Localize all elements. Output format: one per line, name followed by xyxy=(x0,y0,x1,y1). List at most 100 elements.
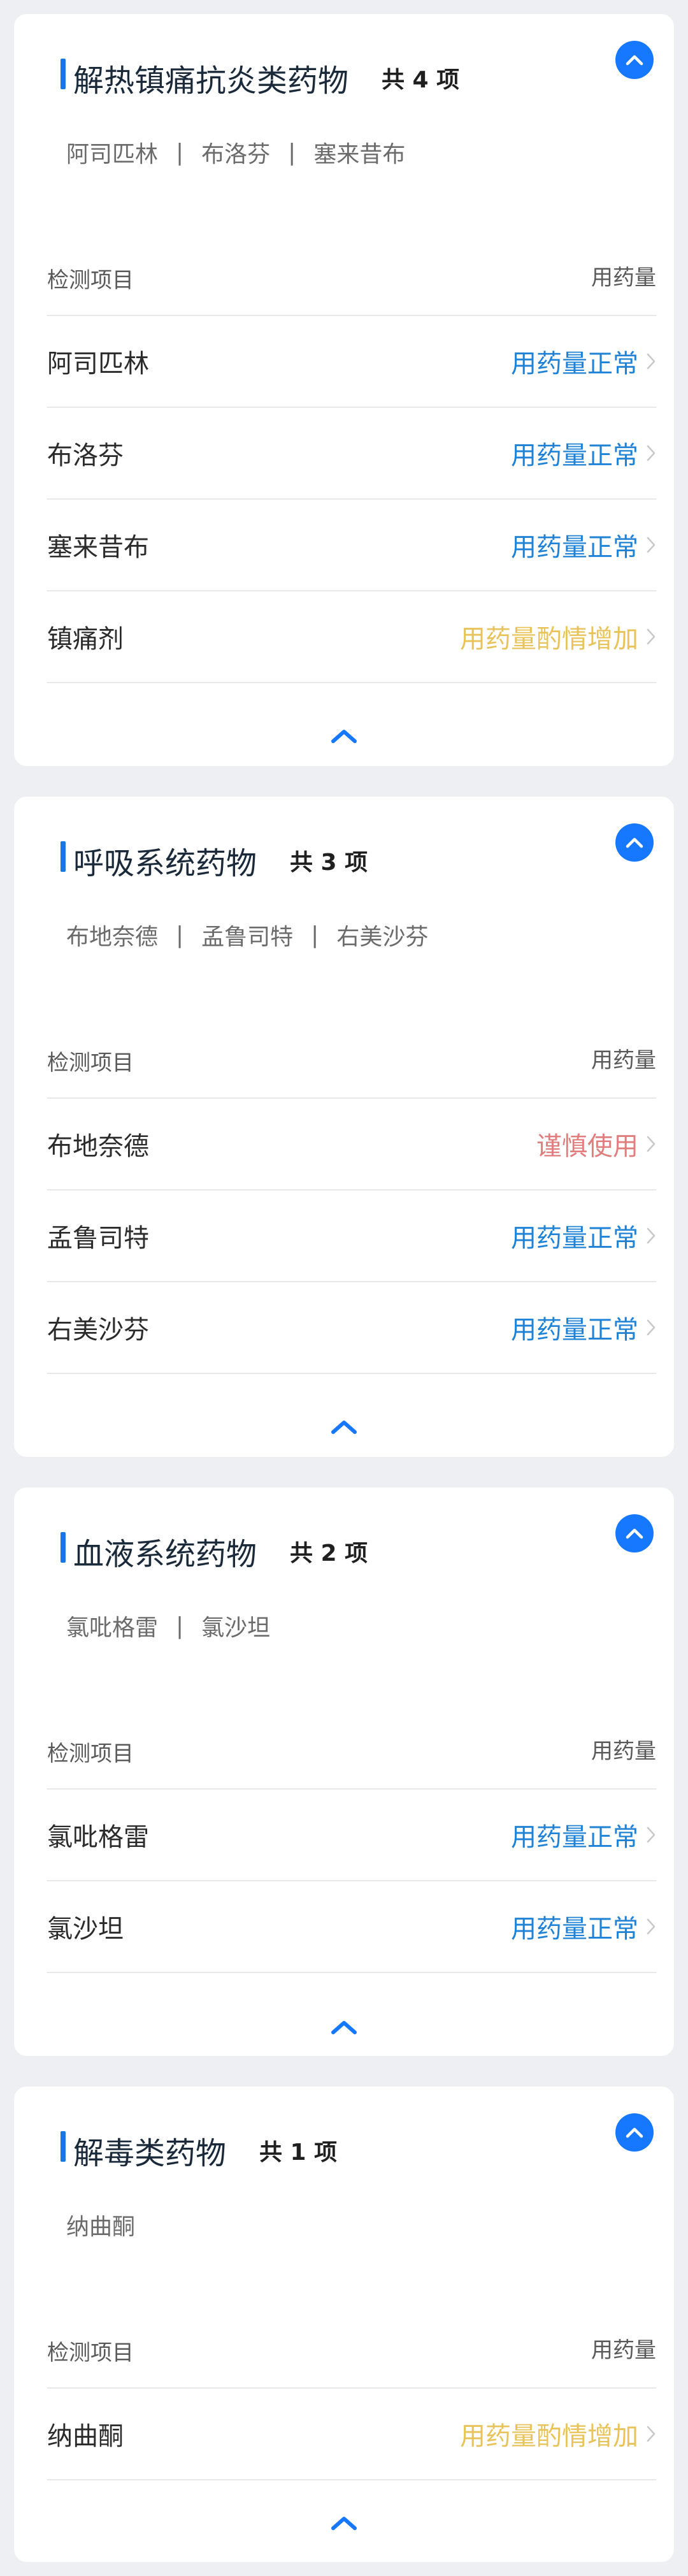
table-header: 检测项目 用药量 xyxy=(47,1698,656,1790)
summary-item: 布洛芬 xyxy=(201,141,271,168)
dosage-status-text: 用药量正常 xyxy=(511,1224,638,1253)
drug-report-page: 解热镇痛抗炎类药物 共 4 项 阿司匹林 | 布洛芬 | 塞来昔布 检测项目 用… xyxy=(0,0,688,2576)
table-header: 检测项目 用药量 xyxy=(47,224,656,316)
table-row[interactable]: 布洛芬 用药量正常 xyxy=(47,408,656,500)
summary-item: 阿司匹林 xyxy=(66,141,159,168)
section-title: 解热镇痛抗炎类药物 xyxy=(73,63,349,99)
dosage-status: 用药量正常 xyxy=(511,526,656,563)
summary-item: 孟鲁司特 xyxy=(201,924,294,950)
section-count: 共 2 项 xyxy=(290,1540,368,1567)
dosage-status-text: 用药量正常 xyxy=(511,441,638,470)
summary-item: 布地奈德 xyxy=(66,924,159,950)
drug-name: 塞来昔布 xyxy=(47,533,149,562)
section-title: 血液系统药物 xyxy=(73,1537,257,1572)
drug-table: 检测项目 用药量 阿司匹林 用药量正常 布洛芬 用药量正常 塞来昔布 用药量正常… xyxy=(47,224,656,683)
summary-item: 纳曲酮 xyxy=(66,2214,136,2240)
dosage-status: 用药量正常 xyxy=(511,1908,656,1945)
collapse-footer-button[interactable] xyxy=(14,2507,674,2539)
drug-name: 镇痛剂 xyxy=(47,625,124,654)
summary-separator: | xyxy=(176,922,184,948)
chevron-up-icon xyxy=(626,55,643,66)
table-row[interactable]: 孟鲁司特 用药量正常 xyxy=(47,1190,656,1282)
table-row[interactable]: 布地奈德 谨慎使用 xyxy=(47,1099,656,1190)
summary-separator: | xyxy=(176,1612,184,1639)
collapse-footer-button[interactable] xyxy=(14,2011,674,2043)
collapse-button[interactable] xyxy=(615,1514,654,1552)
dosage-status-text: 用药量正常 xyxy=(511,1315,638,1345)
chevron-right-icon xyxy=(647,628,656,645)
dosage-status: 谨慎使用 xyxy=(536,1125,656,1162)
section-count: 共 3 项 xyxy=(290,850,368,876)
collapse-button[interactable] xyxy=(615,41,654,79)
table-row[interactable]: 氯沙坦 用药量正常 xyxy=(47,1881,656,1973)
column-header-dosage: 用药量 xyxy=(591,1048,656,1073)
dosage-status: 用药量正常 xyxy=(511,435,656,472)
section-header: 血液系统药物 共 2 项 xyxy=(62,1526,368,1577)
dosage-status: 用药量酌情增加 xyxy=(460,2415,656,2452)
table-row[interactable]: 塞来昔布 用药量正常 xyxy=(47,500,656,591)
dosage-status-text: 用药量正常 xyxy=(511,1914,638,1944)
collapse-button[interactable] xyxy=(615,2113,654,2152)
chevron-right-icon xyxy=(647,1136,656,1152)
column-header-item: 检测项目 xyxy=(47,1741,134,1767)
column-header-item: 检测项目 xyxy=(47,1050,134,1076)
chevron-right-icon xyxy=(647,1227,656,1244)
section-summary: 氯吡格雷 | 氯沙坦 xyxy=(66,1609,270,1643)
table-row[interactable]: 阿司匹林 用药量正常 xyxy=(47,316,656,408)
drug-section-card: 解热镇痛抗炎类药物 共 4 项 阿司匹林 | 布洛芬 | 塞来昔布 检测项目 用… xyxy=(14,14,674,766)
collapse-footer-button[interactable] xyxy=(14,1411,674,1443)
chevron-up-icon xyxy=(626,837,643,848)
drug-section-card: 解毒类药物 共 1 项 纳曲酮 检测项目 用药量 纳曲酮 用药量酌情增加 xyxy=(14,2087,674,2562)
dosage-status: 用药量酌情增加 xyxy=(460,618,656,655)
section-count: 共 4 项 xyxy=(382,67,460,93)
dosage-status-text: 用药量正常 xyxy=(511,1823,638,1852)
section-summary: 阿司匹林 | 布洛芬 | 塞来昔布 xyxy=(66,135,405,170)
dosage-status: 用药量正常 xyxy=(511,1816,656,1853)
section-summary: 布地奈德 | 孟鲁司特 | 右美沙芬 xyxy=(66,918,428,952)
chevron-up-icon xyxy=(331,2021,357,2034)
dosage-status: 用药量正常 xyxy=(511,1309,656,1346)
dosage-status-text: 用药量酌情增加 xyxy=(460,2422,638,2451)
chevron-up-icon xyxy=(331,730,357,743)
summary-item: 氯吡格雷 xyxy=(66,1615,159,1641)
summary-separator: | xyxy=(311,922,319,948)
section-header: 解毒类药物 共 1 项 xyxy=(62,2125,337,2176)
summary-item: 右美沙芬 xyxy=(336,924,429,950)
drug-table: 检测项目 用药量 纳曲酮 用药量酌情增加 xyxy=(47,2297,656,2480)
summary-separator: | xyxy=(288,139,296,166)
chevron-right-icon xyxy=(647,445,656,461)
chevron-up-icon xyxy=(626,2127,643,2138)
chevron-up-icon xyxy=(626,1528,643,1539)
drug-name: 布洛芬 xyxy=(47,441,124,470)
dosage-status-text: 用药量正常 xyxy=(511,533,638,562)
drug-table: 检测项目 用药量 氯吡格雷 用药量正常 氯沙坦 用药量正常 xyxy=(47,1698,656,1973)
drug-name: 右美沙芬 xyxy=(47,1315,149,1345)
column-header-dosage: 用药量 xyxy=(591,2338,656,2363)
dosage-status: 用药量正常 xyxy=(511,343,656,380)
table-row[interactable]: 镇痛剂 用药量酌情增加 xyxy=(47,591,656,683)
dosage-status-text: 用药量正常 xyxy=(511,349,638,379)
chevron-right-icon xyxy=(647,2426,656,2442)
summary-separator: | xyxy=(176,139,184,166)
dosage-status-text: 谨慎使用 xyxy=(536,1132,638,1161)
chevron-up-icon xyxy=(331,2517,357,2530)
drug-name: 布地奈德 xyxy=(47,1132,149,1161)
drug-name: 阿司匹林 xyxy=(47,349,149,379)
collapse-footer-button[interactable] xyxy=(14,720,674,752)
column-header-item: 检测项目 xyxy=(47,2340,134,2366)
chevron-up-icon xyxy=(331,1421,357,1434)
column-header-item: 检测项目 xyxy=(47,268,134,293)
table-header: 检测项目 用药量 xyxy=(47,2297,656,2389)
column-header-dosage: 用药量 xyxy=(591,265,656,291)
drug-name: 氯沙坦 xyxy=(47,1914,124,1944)
summary-item: 氯沙坦 xyxy=(201,1615,271,1641)
dosage-status-text: 用药量酌情增加 xyxy=(460,625,638,654)
table-row[interactable]: 氯吡格雷 用药量正常 xyxy=(47,1790,656,1881)
table-row[interactable]: 右美沙芬 用药量正常 xyxy=(47,1282,656,1374)
section-count: 共 1 项 xyxy=(259,2139,338,2166)
section-header: 解热镇痛抗炎类药物 共 4 项 xyxy=(62,52,459,103)
chevron-right-icon xyxy=(647,1319,656,1336)
table-row[interactable]: 纳曲酮 用药量酌情增加 xyxy=(47,2389,656,2480)
collapse-button[interactable] xyxy=(615,823,654,862)
section-title: 解毒类药物 xyxy=(73,2136,227,2171)
